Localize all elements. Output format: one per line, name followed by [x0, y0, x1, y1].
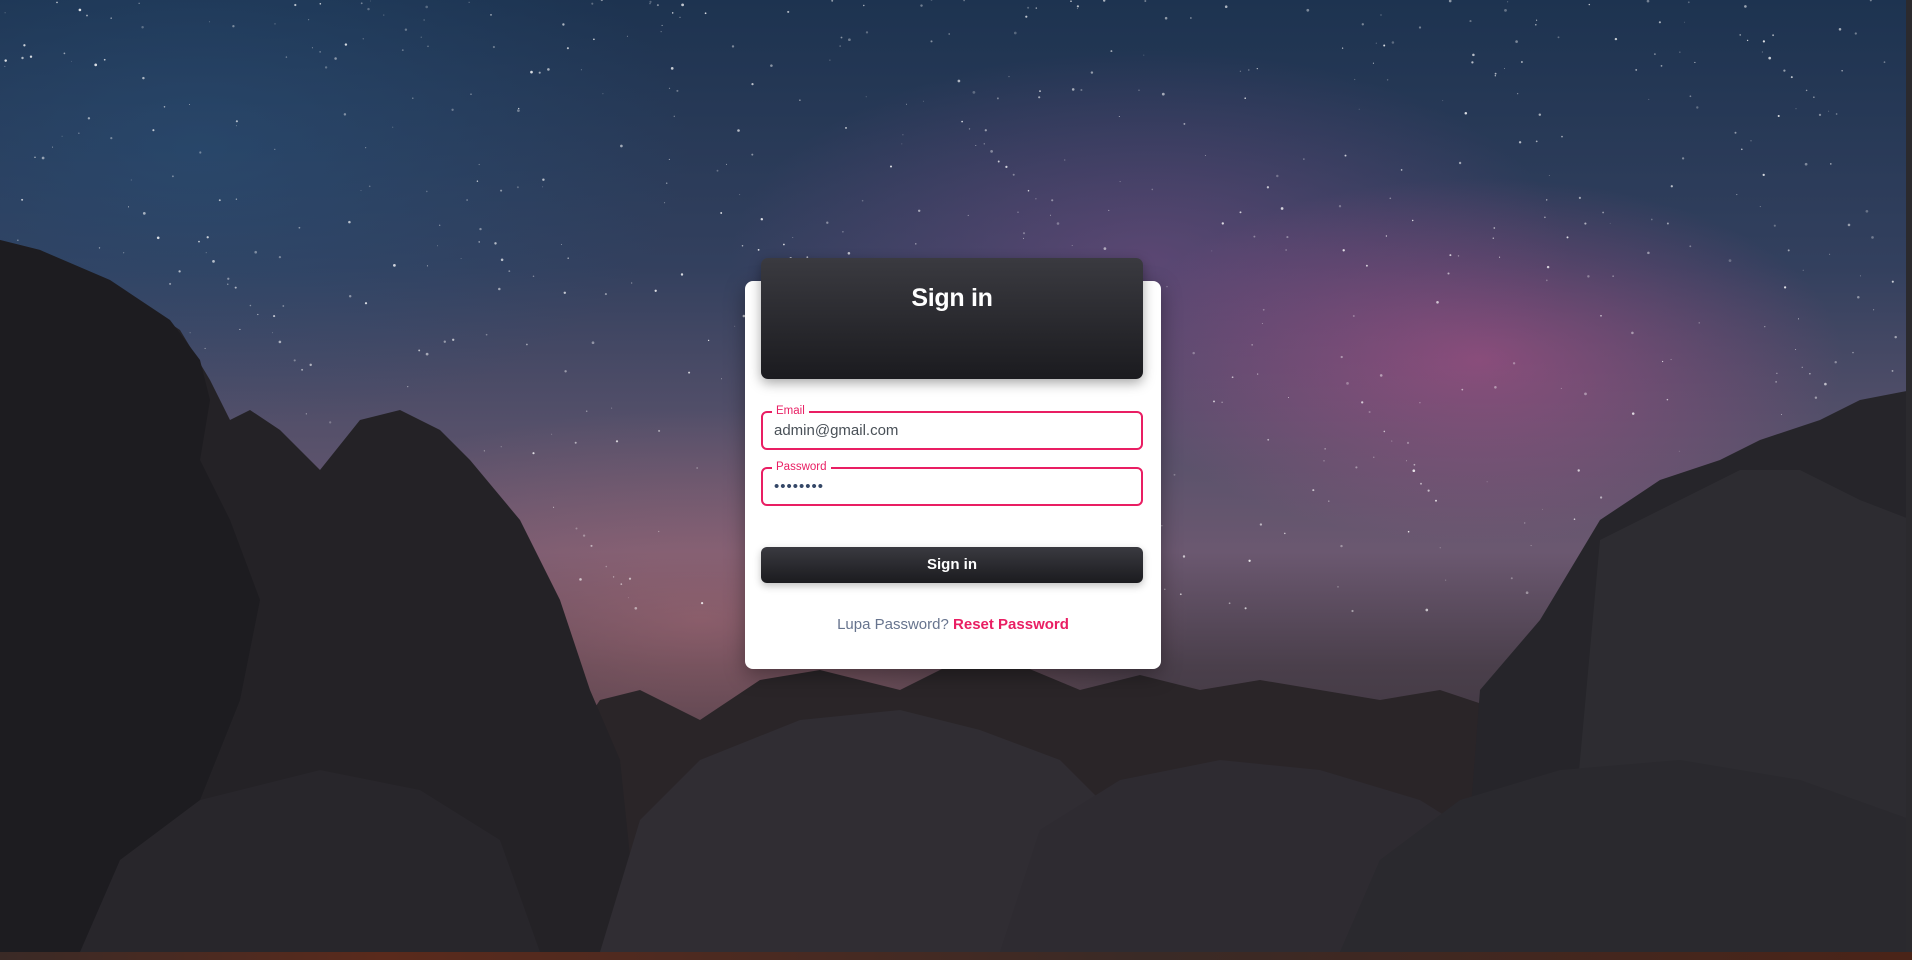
password-value[interactable]: ••••••••: [774, 478, 824, 496]
forgot-password-prompt: Lupa Password?: [837, 616, 949, 633]
signin-button[interactable]: Sign in: [761, 547, 1143, 583]
bottom-edge-bar: [0, 952, 1912, 960]
login-page: Sign in Email admin@gmail.com Password •…: [0, 0, 1912, 960]
email-field[interactable]: Email admin@gmail.com: [761, 404, 1143, 450]
window-edge: [1906, 0, 1912, 952]
page-title: Sign in: [911, 284, 993, 312]
signin-card-header: Sign in: [761, 258, 1143, 379]
email-label: Email: [772, 404, 809, 418]
signin-card: Sign in Email admin@gmail.com Password •…: [745, 258, 1161, 669]
reset-password-link[interactable]: Reset Password: [953, 616, 1069, 633]
password-label: Password: [772, 460, 831, 474]
forgot-password-line: Lupa Password? Reset Password: [745, 616, 1161, 633]
email-value[interactable]: admin@gmail.com: [774, 422, 898, 440]
password-field[interactable]: Password ••••••••: [761, 460, 1143, 506]
